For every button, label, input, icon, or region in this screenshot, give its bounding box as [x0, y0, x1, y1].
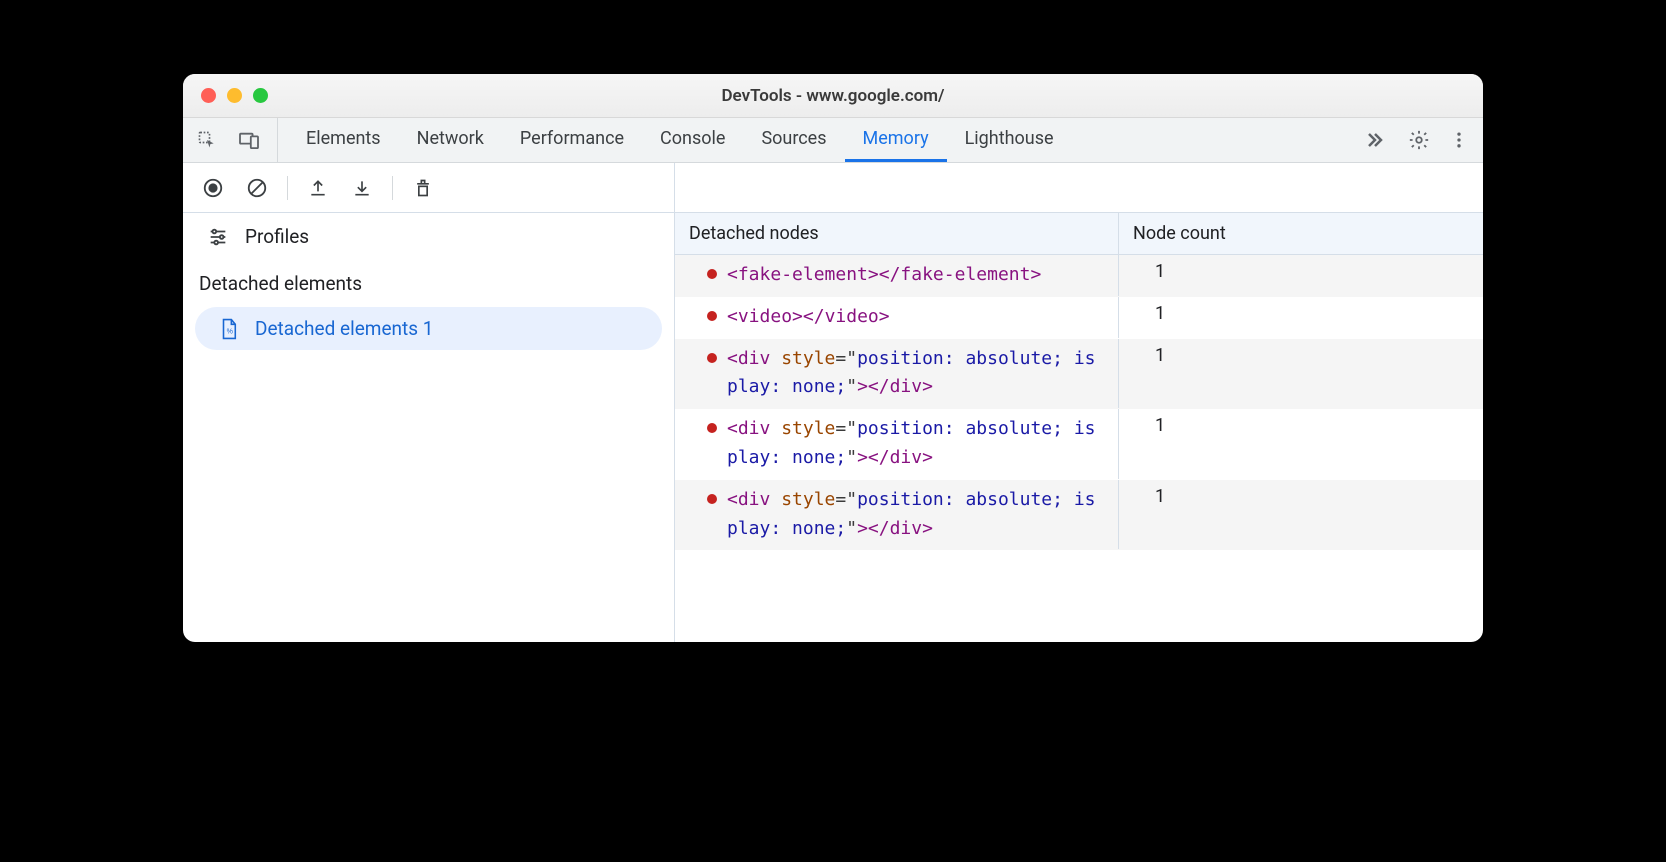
close-window-button[interactable] [201, 88, 216, 103]
settings-gear-icon[interactable] [1405, 126, 1433, 154]
memory-toolbar-left [183, 163, 675, 212]
node-cell: <fake-element></fake-element> [675, 255, 1119, 296]
sidebar-section-title: Detached elements [183, 260, 674, 303]
column-header-count[interactable]: Node count [1119, 213, 1483, 254]
tab-lighthouse[interactable]: Lighthouse [947, 118, 1072, 162]
detached-nodes-panel: Detached nodes Node count <fake-element>… [675, 213, 1483, 642]
more-options-icon[interactable] [1445, 126, 1473, 154]
sliders-icon [207, 226, 229, 248]
tabbar-tools-right [1393, 126, 1473, 154]
table-row[interactable]: <video></video> 1 [675, 297, 1483, 339]
download-icon[interactable] [348, 174, 376, 202]
more-tabs-button[interactable] [1353, 128, 1393, 152]
tab-network[interactable]: Network [399, 118, 502, 162]
count-cell: 1 [1119, 255, 1483, 296]
node-code: <video></video> [727, 303, 890, 332]
table-row[interactable]: <fake-element></fake-element> 1 [675, 255, 1483, 297]
memory-toolbar-right [675, 163, 1483, 212]
minimize-window-button[interactable] [227, 88, 242, 103]
table-header: Detached nodes Node count [675, 213, 1483, 255]
tab-performance[interactable]: Performance [502, 118, 642, 162]
maximize-window-button[interactable] [253, 88, 268, 103]
clear-icon[interactable] [243, 174, 271, 202]
panel-tabs: ElementsNetworkPerformanceConsoleSources… [288, 118, 1353, 162]
devtools-tabbar: ElementsNetworkPerformanceConsoleSources… [183, 118, 1483, 163]
file-icon: % [219, 318, 239, 340]
count-cell: 1 [1119, 409, 1483, 479]
node-cell: <div style="position: absolute; isplay: … [675, 480, 1119, 550]
devtools-window: DevTools - www.google.com/ ElementsNetwo… [183, 74, 1483, 642]
node-code: <div style="position: absolute; isplay: … [727, 345, 1104, 403]
sidebar-item-detached-1[interactable]: % Detached elements 1 [195, 307, 662, 350]
node-code: <div style="position: absolute; isplay: … [727, 486, 1104, 544]
node-code: <div style="position: absolute; isplay: … [727, 415, 1104, 473]
inspect-element-icon[interactable] [193, 126, 221, 154]
node-code: <fake-element></fake-element> [727, 261, 1041, 290]
garbage-collect-icon[interactable] [409, 174, 437, 202]
tabbar-tools-left [193, 118, 278, 162]
detached-dot-icon [707, 353, 717, 363]
svg-text:%: % [227, 328, 234, 335]
column-header-nodes[interactable]: Detached nodes [675, 213, 1119, 254]
node-cell: <div style="position: absolute; isplay: … [675, 339, 1119, 409]
table-row[interactable]: <div style="position: absolute; isplay: … [675, 339, 1483, 410]
node-cell: <video></video> [675, 297, 1119, 338]
record-icon[interactable] [199, 174, 227, 202]
memory-toolbar [183, 163, 1483, 213]
tab-sources[interactable]: Sources [743, 118, 844, 162]
profiles-sidebar: Profiles Detached elements % Detached el… [183, 213, 675, 642]
separator [287, 176, 288, 200]
upload-icon[interactable] [304, 174, 332, 202]
node-cell: <div style="position: absolute; isplay: … [675, 409, 1119, 479]
table-body: <fake-element></fake-element>1<video></v… [675, 255, 1483, 642]
profiles-label: Profiles [245, 225, 309, 248]
sidebar-item-label: Detached elements 1 [255, 317, 433, 340]
count-cell: 1 [1119, 480, 1483, 550]
titlebar: DevTools - www.google.com/ [183, 74, 1483, 118]
count-cell: 1 [1119, 339, 1483, 409]
traffic-lights [183, 88, 268, 103]
window-title: DevTools - www.google.com/ [183, 86, 1483, 106]
tab-console[interactable]: Console [642, 118, 743, 162]
content: Profiles Detached elements % Detached el… [183, 213, 1483, 642]
detached-dot-icon [707, 269, 717, 279]
tab-elements[interactable]: Elements [288, 118, 399, 162]
separator [392, 176, 393, 200]
detached-dot-icon [707, 311, 717, 321]
table-row[interactable]: <div style="position: absolute; isplay: … [675, 409, 1483, 480]
tab-memory[interactable]: Memory [845, 118, 947, 162]
count-cell: 1 [1119, 297, 1483, 338]
detached-dot-icon [707, 494, 717, 504]
detached-dot-icon [707, 423, 717, 433]
table-row[interactable]: <div style="position: absolute; isplay: … [675, 480, 1483, 551]
profiles-header[interactable]: Profiles [183, 213, 674, 260]
device-toolbar-icon[interactable] [235, 126, 263, 154]
